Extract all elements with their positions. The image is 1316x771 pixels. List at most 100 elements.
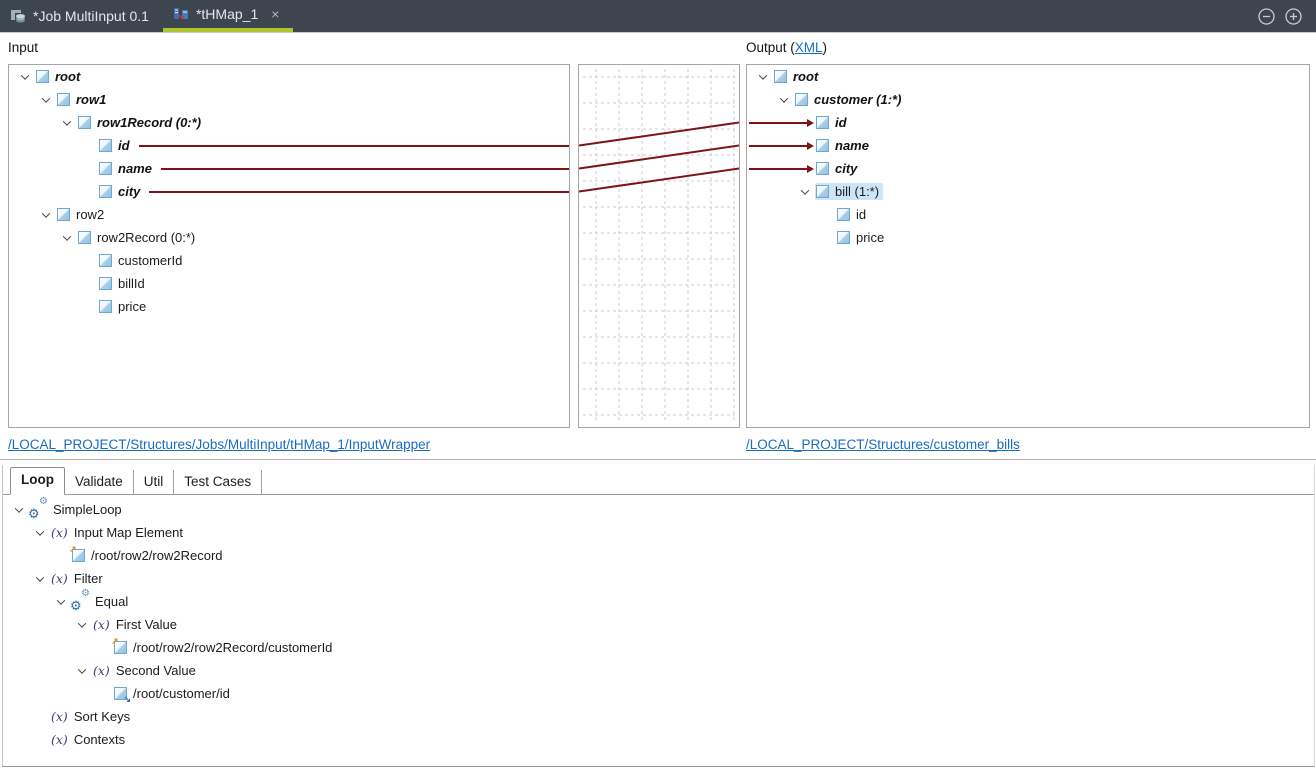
tree-item-label: id [835,115,847,130]
xml-link[interactable]: XML [795,40,823,55]
toggle-spacer [77,180,98,203]
tree-item-id[interactable]: id [747,203,1309,226]
tree-item--root-row2-row2record-customerid[interactable]: ↗ /root/row2/row2Record/customerId [3,636,1314,659]
toggle-spacer [77,157,98,180]
toggle-spacer [92,636,113,659]
expand-toggle[interactable] [35,203,56,226]
expand-toggle[interactable] [35,88,56,111]
tree-item-sort-keys[interactable]: (x) Sort Keys [3,705,1314,728]
expand-toggle[interactable] [29,521,50,544]
tree-item-name[interactable]: name [9,157,569,180]
chevron-down-icon [41,208,50,218]
tab-loop[interactable]: Loop [10,467,65,495]
expand-toggle[interactable] [8,498,29,521]
function-icon: (x) [51,571,68,586]
tree-item-row1record-0-[interactable]: row1Record (0:*) [9,111,569,134]
expand-toggle[interactable] [773,88,794,111]
tree-item-city[interactable]: city [747,157,1309,180]
chevron-down-icon [62,116,71,126]
tree-item-id[interactable]: id [747,111,1309,134]
toggle-spacer [815,203,836,226]
tree-item-row2record-0-[interactable]: row2Record (0:*) [9,226,569,249]
expand-toggle[interactable] [71,613,92,636]
tree-item-contexts[interactable]: (x) Contexts [3,728,1314,751]
element-icon [99,254,112,267]
chevron-down-icon [77,618,86,628]
tree-item-price[interactable]: price [9,295,569,318]
chevron-down-icon [62,231,71,241]
input-decorator-icon: ↗ [111,636,119,646]
mapping-arrow [749,118,814,127]
toggle-spacer [77,134,98,157]
tree-item-row1[interactable]: row1 [9,88,569,111]
element-icon [99,185,112,198]
tab-job-multiinput[interactable]: *Job MultiInput 0.1 [0,0,163,32]
tree-item-name[interactable]: name [747,134,1309,157]
expand-toggle[interactable] [752,65,773,88]
input-structure-link[interactable]: /LOCAL_PROJECT/Structures/Jobs/MultiInpu… [8,437,430,452]
tree-item-root[interactable]: root [747,65,1309,88]
element-icon [57,93,70,106]
expand-toggle[interactable] [56,226,77,249]
tree-item-root[interactable]: root [9,65,569,88]
chevron-down-icon [779,93,788,103]
tree-item-label: root [793,69,819,84]
tab-validate[interactable]: Validate [65,470,134,494]
expand-toggle[interactable] [29,567,50,590]
tab-test-cases[interactable]: Test Cases [174,470,263,494]
tree-item--root-row2-row2record[interactable]: ↗ /root/row2/row2Record [3,544,1314,567]
minimize-view-button[interactable] [1258,7,1275,25]
tree-item-city[interactable]: city [9,180,569,203]
toggle-spacer [815,226,836,249]
chevron-down-icon [800,185,809,195]
mapping-canvas [578,64,740,428]
tree-item-filter[interactable]: (x) Filter [3,567,1314,590]
chevron-down-icon [77,664,86,674]
mapping-connection-line [578,121,740,147]
expand-toggle[interactable] [794,180,815,203]
tab-label: *Job MultiInput 0.1 [33,8,149,24]
tree-item-label: First Value [115,617,177,632]
tree-item-customer-1-[interactable]: customer (1:*) [747,88,1309,111]
expand-toggle[interactable] [71,659,92,682]
tree-item-label: row1Record (0:*) [97,115,202,130]
tree-item-id[interactable]: id [9,134,569,157]
expand-toggle[interactable] [14,65,35,88]
tree-item-customerid[interactable]: customerId [9,249,569,272]
splitter-sash[interactable] [0,459,1316,464]
mapping-connection-line [578,167,740,193]
tree-item-row2[interactable]: row2 [9,203,569,226]
tree-item-label: bill (1:*) [835,184,880,199]
tree-item-label: price [118,299,147,314]
tree-item-label: name [835,138,869,153]
output-tree-panel: root customer (1:*) id name city bill (1:*) id… [746,64,1310,428]
element-icon [36,70,49,83]
tree-item--root-customer-id[interactable]: ↘/root/customer/id [3,682,1314,705]
tree-item-label: Sort Keys [73,709,131,724]
gears-icon: ⚙ ⚙ [28,496,48,521]
expand-toggle[interactable] [50,590,71,613]
tree-item-price[interactable]: price [747,226,1309,249]
tree-item-equal[interactable]: ⚙ ⚙ Equal [3,588,1314,613]
element-icon [837,231,850,244]
expand-toggle[interactable] [56,111,77,134]
loop-tree: ⚙ ⚙ SimpleLoop (x) Input Map Element ↗ /root/r… [3,495,1314,751]
tree-item-label: Filter [73,571,103,586]
element-icon: ↗ [111,636,127,654]
toggle-spacer [29,705,50,728]
tree-item-label: row1 [76,92,107,107]
mapping-line-segment [160,167,569,170]
tree-item-second-value[interactable]: (x) Second Value [3,659,1314,682]
tab-thmap[interactable]: *tHMap_1 × [162,0,294,32]
tree-item-first-value[interactable]: (x) First Value [3,613,1314,636]
tree-item-billid[interactable]: billId [9,272,569,295]
tree-item-simpleloop[interactable]: ⚙ ⚙ SimpleLoop [3,496,1314,521]
maximize-view-button[interactable] [1285,7,1302,25]
tree-item-input-map-element[interactable]: (x) Input Map Element [3,521,1314,544]
close-icon[interactable]: × [271,6,279,22]
tree-item-bill-1-[interactable]: bill (1:*) [747,180,1309,203]
tab-util[interactable]: Util [134,470,175,494]
chevron-down-icon [35,572,44,582]
toggle-spacer [92,682,113,705]
output-structure-link[interactable]: /LOCAL_PROJECT/Structures/customer_bills [746,437,1020,452]
